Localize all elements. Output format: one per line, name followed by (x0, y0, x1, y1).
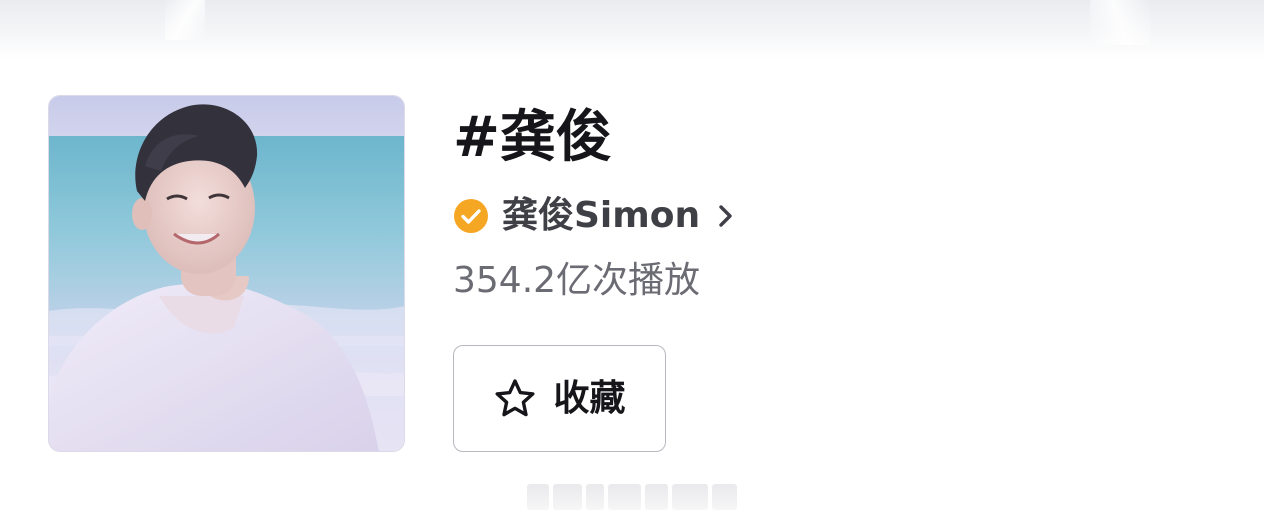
favorite-label: 收藏 (553, 377, 626, 419)
star-outline-icon (495, 378, 535, 416)
watermark-glyph (644, 484, 669, 510)
chevron-right-icon (719, 205, 732, 227)
creator-name: 龚俊Simon (502, 195, 701, 236)
topic-title: #龚俊 (453, 105, 612, 170)
watermark-glyph (527, 484, 549, 510)
watermark (527, 484, 737, 514)
watermark-glyph (607, 484, 641, 510)
verified-check-icon (454, 199, 488, 233)
creator-link[interactable]: 龚俊Simon (453, 194, 736, 238)
header-banner (0, 0, 1264, 60)
watermark-glyph (672, 484, 708, 510)
cover-photo (49, 96, 404, 451)
banner-highlight (165, 0, 205, 40)
play-count: 354.2亿次播放 (453, 260, 701, 301)
favorite-button[interactable]: 收藏 (453, 345, 666, 452)
topic-cover-image[interactable] (48, 95, 405, 452)
watermark-glyph (552, 484, 582, 510)
watermark-glyph (585, 484, 604, 510)
banner-highlight (1090, 0, 1150, 45)
watermark-glyph (711, 484, 737, 510)
